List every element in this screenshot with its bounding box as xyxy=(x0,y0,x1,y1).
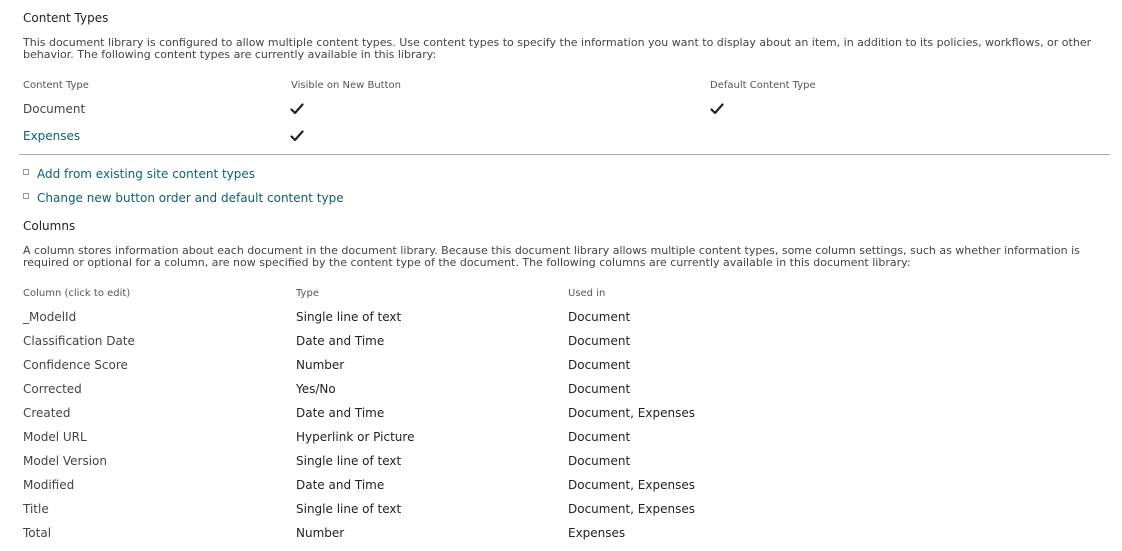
column-name-link[interactable]: Model Version xyxy=(23,454,107,468)
square-bullet-icon xyxy=(23,193,29,199)
header-used-in: Used in xyxy=(568,288,606,299)
column-name-link[interactable]: Title xyxy=(23,502,49,516)
content-type-document: Document xyxy=(23,102,86,116)
change-order-row: Change new button order and default cont… xyxy=(23,191,344,205)
column-name-link[interactable]: Classification Date xyxy=(23,334,135,348)
add-content-types-row: Add from existing site content types xyxy=(23,167,255,181)
column-used-in: Document xyxy=(568,334,631,348)
column-type: Single line of text xyxy=(296,454,402,468)
column-type: Number xyxy=(296,358,345,372)
column-type: Date and Time xyxy=(296,334,385,348)
column-used-in: Document, Expenses xyxy=(568,406,695,420)
column-used-in: Document xyxy=(568,310,631,324)
column-name-link[interactable]: Modified xyxy=(23,478,74,492)
header-column-name: Column (click to edit) xyxy=(23,288,131,299)
header-default-content-type: Default Content Type xyxy=(710,80,816,91)
checkmark-icon xyxy=(710,103,724,115)
header-column-type: Type xyxy=(296,288,319,299)
columns-description: A column stores information about each d… xyxy=(23,244,1080,269)
content-types-description: This document library is configured to a… xyxy=(23,36,1092,61)
column-used-in: Document xyxy=(568,430,631,444)
column-used-in: Document xyxy=(568,382,631,396)
column-name-link[interactable]: Confidence Score xyxy=(23,358,128,372)
column-type: Number xyxy=(296,526,345,540)
column-used-in: Document, Expenses xyxy=(568,502,695,516)
column-type: Single line of text xyxy=(296,310,402,324)
change-button-order-link[interactable]: Change new button order and default cont… xyxy=(37,191,344,205)
column-type: Yes/No xyxy=(296,382,336,396)
header-visible-on-new: Visible on New Button xyxy=(291,80,401,91)
columns-title: Columns xyxy=(23,219,76,233)
column-name-link[interactable]: Model URL xyxy=(23,430,87,444)
column-type: Date and Time xyxy=(296,406,385,420)
column-used-in: Document xyxy=(568,358,631,372)
column-used-in: Document, Expenses xyxy=(568,478,695,492)
square-bullet-icon xyxy=(23,169,29,175)
section-divider xyxy=(19,154,1110,155)
column-used-in: Expenses xyxy=(568,526,626,540)
column-name-link[interactable]: Corrected xyxy=(23,382,82,396)
header-content-type: Content Type xyxy=(23,80,89,91)
content-type-expenses-link[interactable]: Expenses xyxy=(23,129,80,143)
checkmark-icon xyxy=(290,130,304,142)
column-name-link[interactable]: _ModelId xyxy=(23,310,76,324)
column-used-in: Document xyxy=(568,454,631,468)
column-name-link[interactable]: Created xyxy=(23,406,71,420)
content-types-title: Content Types xyxy=(23,11,109,25)
checkmark-icon xyxy=(290,103,304,115)
column-type: Hyperlink or Picture xyxy=(296,430,415,444)
column-type: Single line of text xyxy=(296,502,402,516)
column-type: Date and Time xyxy=(296,478,385,492)
add-existing-content-types-link[interactable]: Add from existing site content types xyxy=(37,167,255,181)
column-name-link[interactable]: Total xyxy=(23,526,51,540)
